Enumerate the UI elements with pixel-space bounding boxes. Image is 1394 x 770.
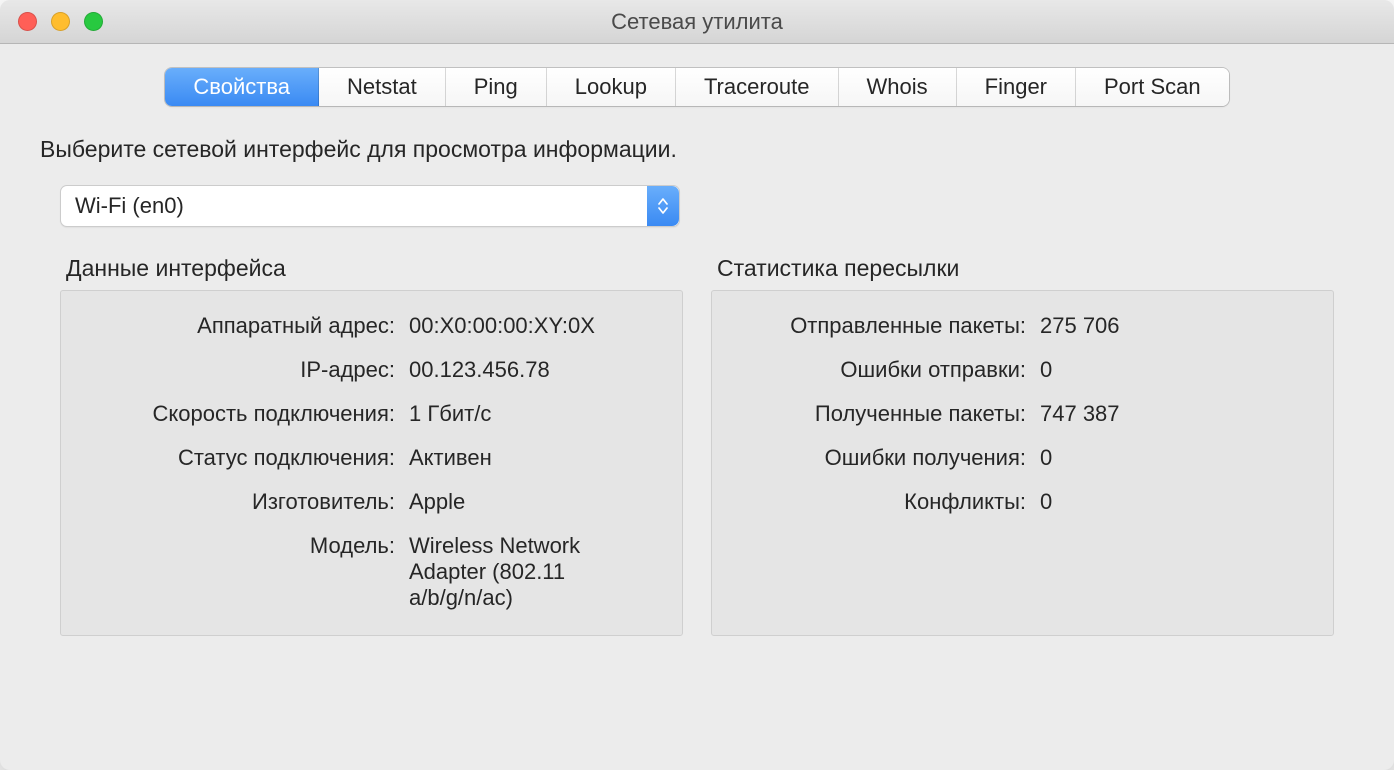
interface-select-wrap: Wi-Fi (en0) — [60, 185, 1354, 227]
minimize-button[interactable] — [51, 12, 70, 31]
recv-err-value: 0 — [1040, 445, 1309, 471]
collisions-value: 0 — [1040, 489, 1309, 515]
tab-properties[interactable]: Свойства — [165, 68, 319, 106]
hw-addr-value: 00:X0:00:00:XY:0X — [409, 313, 658, 339]
interface-info-panel: Аппаратный адрес: 00:X0:00:00:XY:0X IP-а… — [60, 290, 683, 636]
chevron-up-down-icon — [647, 186, 679, 226]
window-title: Сетевая утилита — [0, 9, 1394, 35]
send-err-label: Ошибки отправки: — [736, 357, 1026, 383]
tab-whois[interactable]: Whois — [839, 68, 957, 106]
model-label: Модель: — [85, 533, 395, 559]
recv-label: Полученные пакеты: — [736, 401, 1026, 427]
vendor-value: Apple — [409, 489, 658, 515]
traffic-lights — [0, 12, 103, 31]
hw-addr-label: Аппаратный адрес: — [85, 313, 395, 339]
app-window: Сетевая утилита Свойства Netstat Ping Lo… — [0, 0, 1394, 770]
sent-label: Отправленные пакеты: — [736, 313, 1026, 339]
tabs: Свойства Netstat Ping Lookup Traceroute … — [165, 68, 1228, 106]
transfer-stats-panel: Отправленные пакеты: 275 706 Ошибки отпр… — [711, 290, 1334, 636]
ip-value: 00.123.456.78 — [409, 357, 658, 383]
status-value: Активен — [409, 445, 658, 471]
transfer-stats-group: Статистика пересылки Отправленные пакеты… — [711, 255, 1334, 636]
interface-info-title: Данные интерфейса — [60, 255, 683, 282]
collisions-label: Конфликты: — [736, 489, 1026, 515]
recv-value: 747 387 — [1040, 401, 1309, 427]
content-area: Выберите сетевой интерфейс для просмотра… — [0, 106, 1394, 770]
panels: Данные интерфейса Аппаратный адрес: 00:X… — [60, 255, 1334, 636]
tab-ping[interactable]: Ping — [446, 68, 547, 106]
close-button[interactable] — [18, 12, 37, 31]
status-label: Статус подключения: — [85, 445, 395, 471]
interface-select[interactable]: Wi-Fi (en0) — [60, 185, 680, 227]
transfer-stats-grid: Отправленные пакеты: 275 706 Ошибки отпр… — [736, 313, 1309, 515]
interface-select-value: Wi-Fi (en0) — [75, 193, 184, 219]
tab-netstat[interactable]: Netstat — [319, 68, 446, 106]
interface-info-grid: Аппаратный адрес: 00:X0:00:00:XY:0X IP-а… — [85, 313, 658, 611]
send-err-value: 0 — [1040, 357, 1309, 383]
title-bar: Сетевая утилита — [0, 0, 1394, 44]
tab-lookup[interactable]: Lookup — [547, 68, 676, 106]
instruction-text: Выберите сетевой интерфейс для просмотра… — [40, 136, 1354, 163]
recv-err-label: Ошибки получения: — [736, 445, 1026, 471]
tab-traceroute[interactable]: Traceroute — [676, 68, 839, 106]
model-value: Wireless Network Adapter (802.11 a/b/g/n… — [409, 533, 658, 611]
sent-value: 275 706 — [1040, 313, 1309, 339]
interface-info-group: Данные интерфейса Аппаратный адрес: 00:X… — [60, 255, 683, 636]
tab-finger[interactable]: Finger — [957, 68, 1076, 106]
tab-portscan[interactable]: Port Scan — [1076, 68, 1229, 106]
speed-label: Скорость подключения: — [85, 401, 395, 427]
transfer-stats-title: Статистика пересылки — [711, 255, 1334, 282]
vendor-label: Изготовитель: — [85, 489, 395, 515]
speed-value: 1 Гбит/с — [409, 401, 658, 427]
ip-label: IP-адрес: — [85, 357, 395, 383]
tab-bar: Свойства Netstat Ping Lookup Traceroute … — [0, 44, 1394, 106]
zoom-button[interactable] — [84, 12, 103, 31]
